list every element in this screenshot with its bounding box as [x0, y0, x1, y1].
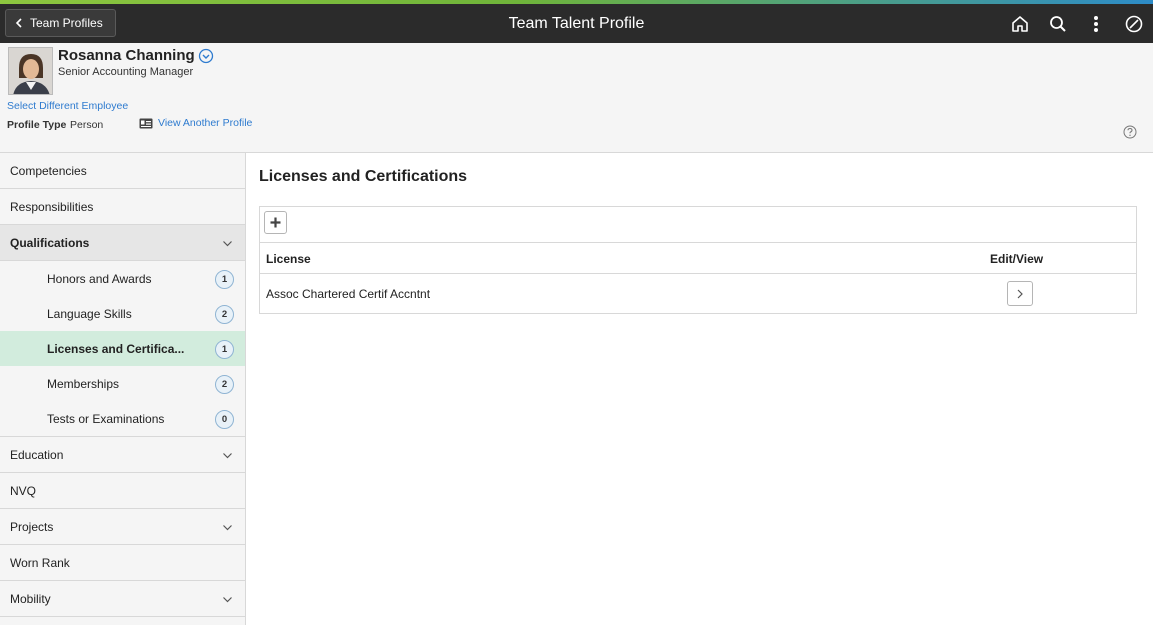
- count-badge: 2: [215, 305, 234, 324]
- column-header-license: License: [266, 252, 311, 266]
- section-title: Licenses and Certifications: [259, 168, 468, 185]
- nav-item-mobility[interactable]: Mobility: [0, 581, 245, 617]
- nav-item-education[interactable]: Education: [0, 437, 245, 473]
- employee-name-row: Rosanna Channing: [58, 47, 214, 64]
- home-icon[interactable]: [1007, 11, 1033, 37]
- count-badge: 1: [215, 340, 234, 359]
- table-row: Assoc Chartered Certif Accntnt: [260, 274, 1136, 313]
- nav-item-projects[interactable]: Projects: [0, 509, 245, 545]
- header-actions: [1007, 4, 1147, 43]
- sub-item-memberships[interactable]: Memberships 2: [0, 366, 245, 401]
- chevron-down-icon: [223, 241, 232, 247]
- employee-job-title: Senior Accounting Manager: [58, 66, 194, 78]
- back-button-label: Team Profiles: [30, 16, 103, 30]
- profile-card-icon: [139, 118, 153, 128]
- chevron-right-icon: [1017, 289, 1023, 298]
- count-badge: 1: [215, 270, 234, 289]
- view-another-profile-link[interactable]: View Another Profile: [139, 117, 252, 129]
- chevron-down-icon: [223, 525, 232, 531]
- edit-view-button[interactable]: [1007, 281, 1033, 306]
- qualifications-submenu: Honors and Awards 1 Language Skills 2 Li…: [0, 261, 245, 437]
- profile-type-value: Person: [70, 119, 104, 131]
- count-badge: 2: [215, 375, 234, 394]
- grid-toolbar: [260, 207, 1136, 243]
- actions-menu-icon[interactable]: [1083, 11, 1109, 37]
- nav-item-nvq[interactable]: NVQ: [0, 473, 245, 509]
- chevron-down-icon: [223, 453, 232, 459]
- chevron-down-icon: [223, 597, 232, 603]
- chevron-left-icon: [15, 18, 22, 28]
- employee-name: Rosanna Channing: [58, 47, 195, 64]
- select-different-employee-link[interactable]: Select Different Employee: [7, 100, 128, 112]
- view-another-profile-label: View Another Profile: [158, 117, 253, 129]
- sub-item-tests-or-examinations[interactable]: Tests or Examinations 0: [0, 401, 245, 436]
- licenses-grid: License Edit/View Assoc Chartered Certif…: [259, 206, 1137, 314]
- count-badge: 0: [215, 410, 234, 429]
- employee-banner: Rosanna Channing Senior Accounting Manag…: [0, 43, 1153, 153]
- grid-header-row: License Edit/View: [260, 243, 1136, 274]
- nav-item-qualifications[interactable]: Qualifications: [0, 225, 245, 261]
- add-button[interactable]: [264, 211, 287, 234]
- left-navigation: Competencies Responsibilities Qualificat…: [0, 153, 246, 625]
- nav-item-worn-rank[interactable]: Worn Rank: [0, 545, 245, 581]
- sub-item-honors-and-awards[interactable]: Honors and Awards 1: [0, 261, 245, 296]
- column-header-edit-view: Edit/View: [990, 252, 1044, 266]
- profile-type-label: Profile Type: [7, 119, 67, 131]
- avatar: [8, 47, 53, 95]
- help-icon[interactable]: [1123, 125, 1137, 139]
- team-profiles-back-button[interactable]: Team Profiles: [5, 9, 116, 37]
- navbar-icon[interactable]: [1121, 11, 1147, 37]
- top-banner: Team Profiles Team Talent Profile: [0, 0, 1153, 43]
- plus-icon: [270, 217, 281, 228]
- main-content: Licenses and Certifications License Edit…: [247, 153, 1153, 625]
- sub-item-language-skills[interactable]: Language Skills 2: [0, 296, 245, 331]
- chevron-down-circle-icon[interactable]: [198, 48, 214, 64]
- nav-item-responsibilities[interactable]: Responsibilities: [0, 189, 245, 225]
- search-icon[interactable]: [1045, 11, 1071, 37]
- license-cell: Assoc Chartered Certif Accntnt: [266, 287, 431, 301]
- sub-item-licenses-and-certifications[interactable]: Licenses and Certifica... 1: [0, 331, 245, 366]
- nav-item-competencies[interactable]: Competencies: [0, 153, 245, 189]
- page-title: Team Talent Profile: [508, 15, 645, 32]
